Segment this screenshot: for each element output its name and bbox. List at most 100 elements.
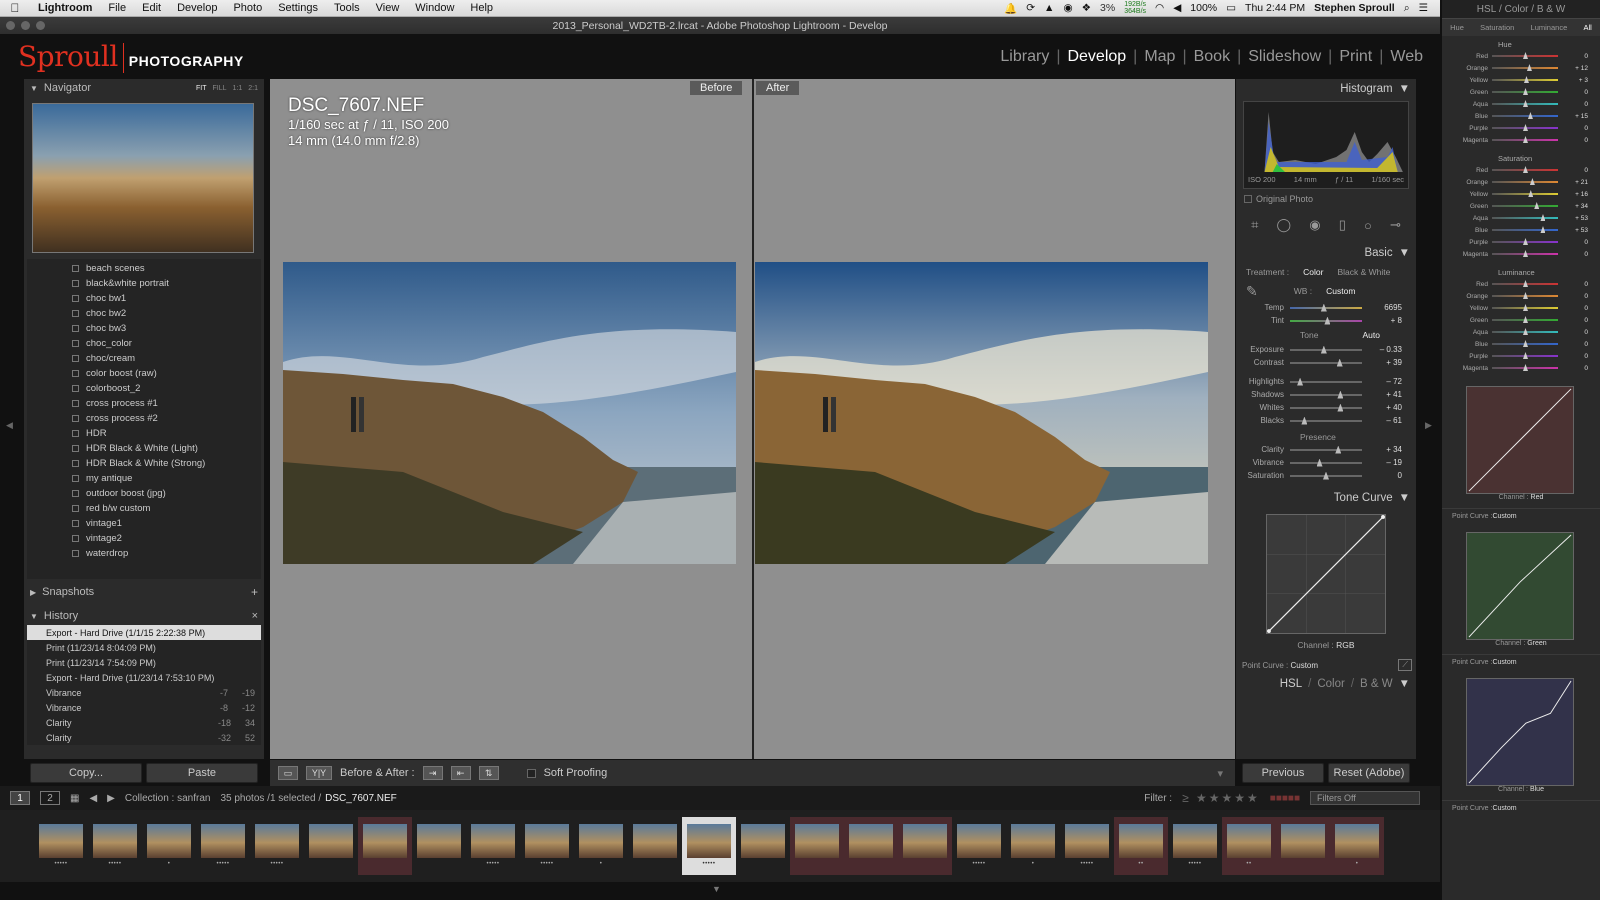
collapse-triangle-icon[interactable]: ▼ — [30, 612, 38, 621]
hsl-slider-row[interactable]: Red 0 — [1442, 278, 1600, 290]
slider-track[interactable] — [1290, 416, 1362, 425]
module-print[interactable]: Print — [1332, 48, 1379, 66]
hsl-slider-row[interactable]: Green 0 — [1442, 314, 1600, 326]
snapshots-header[interactable]: ▶ Snapshots + — [24, 583, 264, 601]
hsl-slider-knob[interactable] — [1523, 136, 1528, 143]
minimize-window-button[interactable] — [21, 21, 30, 30]
before-photo[interactable] — [283, 262, 736, 564]
hsl-slider-knob[interactable] — [1523, 124, 1528, 131]
drive-icon[interactable]: ▲ — [1044, 2, 1054, 14]
preset-item[interactable]: red b/w custom — [27, 501, 261, 516]
point-curve-dropdown[interactable]: Custom — [1492, 659, 1516, 666]
hsl-slider-row[interactable]: Purple 0 — [1442, 122, 1600, 134]
hsl-slider-row[interactable]: Purple 0 — [1442, 350, 1600, 362]
slider-value[interactable]: 0 — [1362, 471, 1402, 480]
preset-item[interactable]: my antique — [27, 471, 261, 486]
filmstrip-thumbnail[interactable]: • — [1006, 817, 1060, 875]
point-curve-dropdown[interactable]: Custom — [1492, 805, 1516, 812]
menu-help[interactable]: Help — [462, 2, 501, 14]
preset-item[interactable]: HDR — [27, 426, 261, 441]
hsl-slider-row[interactable]: Red 0 — [1442, 164, 1600, 176]
slider-track[interactable] — [1290, 403, 1362, 412]
preset-item[interactable]: outdoor boost (jpg) — [27, 486, 261, 501]
preset-item[interactable]: colorboost_2 — [27, 381, 261, 396]
preset-item[interactable]: HDR Black & White (Light) — [27, 441, 261, 456]
right-panel-toggle-icon[interactable]: ▶ — [1425, 420, 1432, 431]
hsl-slider-value[interactable]: + 12 — [1558, 65, 1588, 72]
hsl-header[interactable]: HSL / Color / B & W ▼ — [1236, 674, 1416, 694]
hsl-slider-value[interactable]: 0 — [1558, 281, 1588, 288]
expand-filmstrip-icon[interactable]: ▼ — [712, 884, 721, 894]
point-curve-dropdown[interactable]: Custom — [1492, 513, 1516, 520]
hsl-slider-value[interactable]: 0 — [1558, 239, 1588, 246]
zoom-window-button[interactable] — [36, 21, 45, 30]
preset-item[interactable]: waterdrop — [27, 546, 261, 561]
radial-filter-icon[interactable]: ○ — [1364, 218, 1372, 233]
hsl-slider-value[interactable]: + 21 — [1558, 179, 1588, 186]
collection-source[interactable]: Collection : sanfran — [125, 793, 211, 804]
filmstrip-thumbnail[interactable]: ••••• — [34, 817, 88, 875]
menu-photo[interactable]: Photo — [225, 2, 270, 14]
filmstrip-thumbnail[interactable]: ••••• — [1168, 817, 1222, 875]
filmstrip-thumbnail[interactable]: • — [574, 817, 628, 875]
hsl-slider-row[interactable]: Orange + 12 — [1442, 62, 1600, 74]
hsl-slider-row[interactable]: Blue + 15 — [1442, 110, 1600, 122]
apple-icon[interactable]:  — [0, 1, 30, 15]
hsl-slider-knob[interactable] — [1523, 340, 1528, 347]
menu-file[interactable]: File — [100, 2, 134, 14]
slider-track[interactable] — [1290, 345, 1362, 354]
hsl-slider-value[interactable]: + 16 — [1558, 191, 1588, 198]
slider-value[interactable]: + 40 — [1362, 403, 1402, 412]
slider-value[interactable]: – 0.33 — [1362, 345, 1402, 354]
graduated-filter-icon[interactable]: ▯ — [1339, 217, 1346, 233]
hsl-slider-track[interactable] — [1492, 178, 1558, 185]
filmstrip-thumbnail[interactable] — [412, 817, 466, 875]
zoom-1-1[interactable]: 1:1 — [233, 85, 243, 92]
filmstrip-thumbnail[interactable]: ••••• — [196, 817, 250, 875]
module-web[interactable]: Web — [1383, 48, 1430, 66]
slider-knob[interactable] — [1324, 316, 1331, 325]
hsl-slider-knob[interactable] — [1527, 112, 1533, 119]
edit-point-curve-icon[interactable]: ⟋ — [1398, 659, 1412, 671]
hsl-slider-value[interactable]: 0 — [1558, 125, 1588, 132]
toolbar-menu-icon[interactable]: ▾ — [1217, 767, 1223, 780]
filmstrip-thumbnail[interactable]: • — [142, 817, 196, 875]
preset-item[interactable]: black&white portrait — [27, 276, 261, 291]
hsl-slider-row[interactable]: Aqua 0 — [1442, 326, 1600, 338]
zoom-2-1[interactable]: 2:1 — [248, 85, 258, 92]
red-eye-tool-icon[interactable]: ◉ — [1309, 217, 1320, 233]
hsl-slider-track[interactable] — [1492, 52, 1558, 59]
hsl-slider-value[interactable]: + 34 — [1558, 203, 1588, 210]
hsl-slider-row[interactable]: Green + 34 — [1442, 200, 1600, 212]
bottom-panel-toggle[interactable]: ▼ — [0, 882, 1440, 900]
filmstrip-thumbnail[interactable]: ••••• — [952, 817, 1006, 875]
treatment-color-button[interactable]: Color — [1303, 267, 1323, 277]
adjustment-brush-icon[interactable]: ⊸ — [1390, 217, 1401, 233]
hsl-slider-knob[interactable] — [1526, 64, 1532, 71]
module-library[interactable]: Library — [993, 48, 1056, 66]
hsl-slider-track[interactable] — [1492, 304, 1558, 311]
module-book[interactable]: Book — [1187, 48, 1237, 66]
navigator-preview[interactable] — [32, 103, 254, 253]
hsl-slider-value[interactable]: 0 — [1558, 353, 1588, 360]
filmstrip-thumbnail[interactable]: ••••• — [1060, 817, 1114, 875]
hsl-slider-knob[interactable] — [1523, 352, 1528, 359]
reset-button[interactable]: Reset (Adobe) — [1328, 763, 1410, 783]
hsl-slider-knob[interactable] — [1523, 364, 1528, 371]
hsl-slider-track[interactable] — [1492, 364, 1558, 371]
selected-filename[interactable]: DSC_7607.NEF — [325, 793, 397, 804]
slider-track[interactable] — [1290, 390, 1362, 399]
collapse-triangle-icon[interactable]: ▼ — [1399, 247, 1410, 259]
filmstrip-thumbnail[interactable] — [628, 817, 682, 875]
rating-filter-stars[interactable]: ≥ ★★★★★ — [1182, 791, 1260, 805]
hsl-slider-value[interactable]: 0 — [1558, 89, 1588, 96]
hsl-slider-row[interactable]: Orange + 21 — [1442, 176, 1600, 188]
module-map[interactable]: Map — [1137, 48, 1182, 66]
slider-row[interactable]: Blacks – 61 — [1242, 414, 1410, 427]
zoom-fit[interactable]: FIT — [196, 85, 207, 92]
slider-row[interactable]: Whites + 40 — [1242, 401, 1410, 414]
hsl-slider-knob[interactable] — [1540, 214, 1546, 221]
hsl-slider-row[interactable]: Blue + 53 — [1442, 224, 1600, 236]
filmstrip-thumbnail[interactable]: ••••• — [682, 817, 736, 875]
hsl-slider-row[interactable]: Yellow 0 — [1442, 302, 1600, 314]
